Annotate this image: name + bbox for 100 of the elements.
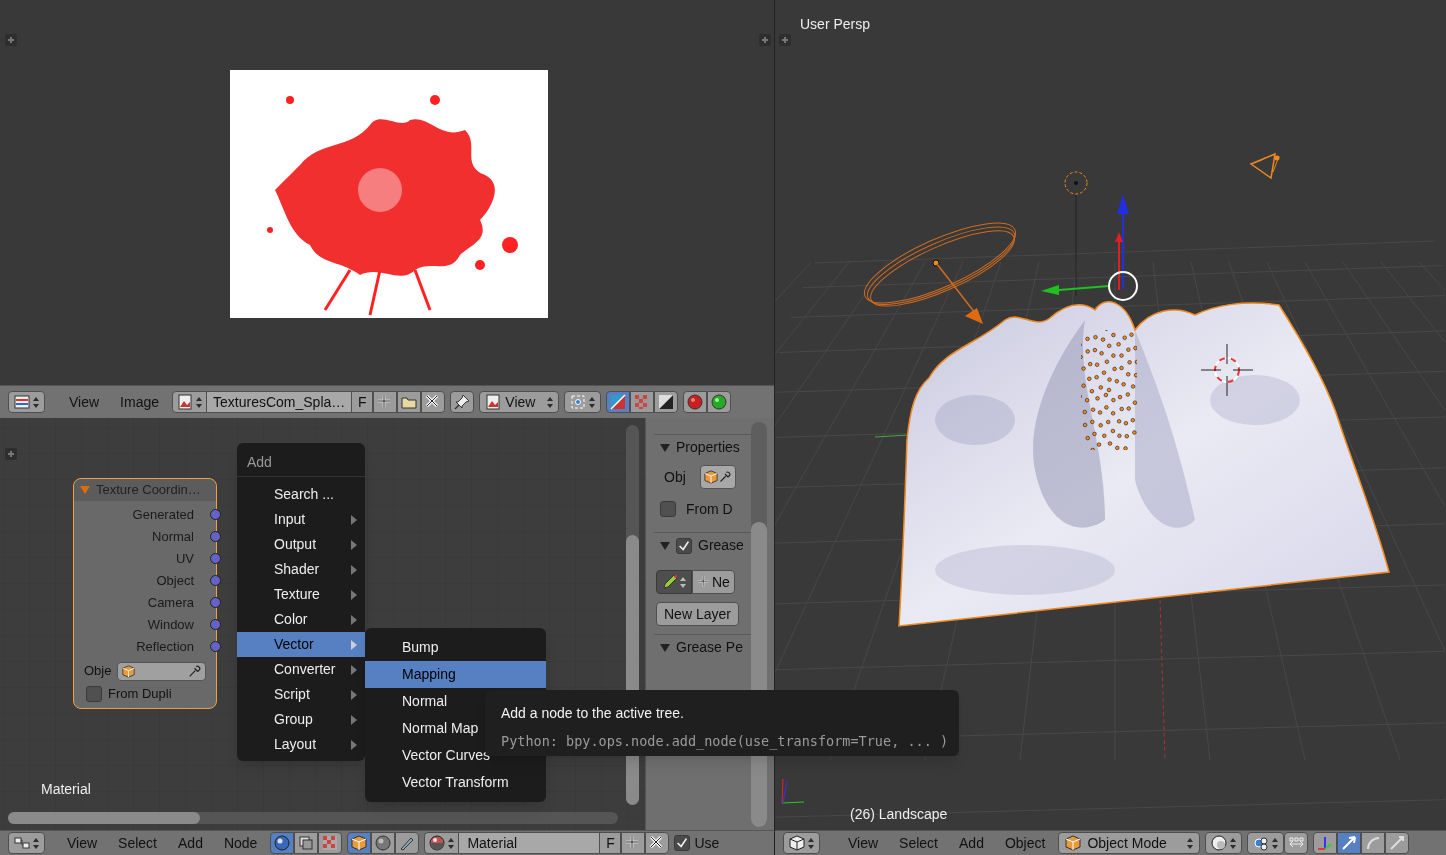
header-menu[interactable]: Select — [110, 832, 165, 854]
view-mode-dropdown[interactable]: View — [479, 391, 560, 413]
menu-item[interactable]: Group — [237, 707, 365, 732]
menu-item[interactable]: Search ... — [237, 482, 365, 507]
menu-item[interactable]: Output — [237, 532, 365, 557]
menu-item[interactable]: Color — [237, 607, 365, 632]
submenu-arrow-icon — [351, 739, 357, 750]
updown-arrows-icon — [448, 837, 455, 849]
region-toggle-icon[interactable] — [779, 34, 791, 46]
shader-toggle[interactable] — [270, 832, 295, 854]
rotate-toggle[interactable] — [1360, 832, 1385, 854]
material-name-field[interactable]: Material — [459, 832, 600, 854]
pivot-dropdown[interactable] — [1246, 832, 1284, 854]
fake-user-button[interactable]: F — [599, 832, 622, 854]
output-socket[interactable] — [210, 619, 221, 630]
header-menu[interactable]: Add — [951, 832, 992, 854]
grease-pencil-dropdown[interactable] — [656, 570, 692, 594]
line-style-toggle[interactable] — [395, 832, 420, 854]
output-socket[interactable] — [210, 641, 221, 652]
region-toggle-icon[interactable] — [759, 34, 771, 46]
checkbox[interactable] — [86, 686, 102, 702]
eyedropper-icon — [188, 664, 201, 678]
checkbox[interactable] — [676, 537, 692, 554]
z-buffer-toggle[interactable] — [654, 391, 679, 413]
image-name-field[interactable]: TexturesCom_Spla… — [207, 391, 352, 413]
panel-collapse-icon[interactable] — [660, 442, 670, 453]
checkbox[interactable] — [660, 501, 676, 517]
cube-icon — [1065, 835, 1082, 851]
menu-item[interactable]: Input — [237, 507, 365, 532]
unlink-material-button[interactable] — [645, 832, 670, 854]
checkbox-label: Use — [694, 833, 720, 853]
selected-vertices-drawing[interactable] — [1081, 330, 1137, 450]
checkbox[interactable] — [674, 835, 691, 851]
region-toggle-icon[interactable] — [5, 448, 17, 460]
rotate-icon — [1364, 835, 1381, 851]
panel-title[interactable]: Grease Pe — [676, 637, 743, 658]
panel-title[interactable]: Properties — [676, 437, 740, 458]
color-alpha-toggle[interactable] — [606, 391, 631, 413]
header-menu[interactable]: Add — [170, 832, 211, 854]
compositing-toggle[interactable] — [294, 832, 319, 854]
scale-toggle[interactable] — [1384, 832, 1409, 854]
output-socket[interactable] — [210, 597, 221, 608]
menu-item[interactable]: Bump — [365, 634, 546, 661]
align-button[interactable] — [1283, 832, 1308, 854]
menu-item[interactable]: Mapping — [365, 661, 546, 688]
region-toggle-icon[interactable] — [5, 34, 17, 46]
panel-title[interactable]: Grease — [698, 535, 744, 556]
header-menu[interactable]: View — [59, 832, 106, 854]
fake-user-button[interactable]: F — [351, 391, 374, 413]
header-menu[interactable]: View — [840, 832, 887, 854]
editor-type-button[interactable] — [783, 832, 820, 854]
material-browse-button[interactable] — [424, 832, 460, 854]
header-menu[interactable]: Node — [215, 832, 266, 854]
menu-item[interactable]: Layout — [237, 732, 365, 757]
translate-icon — [1340, 835, 1357, 851]
header-menu[interactable]: Image — [112, 391, 167, 413]
object-toggle[interactable] — [347, 832, 372, 854]
updown-arrows-icon — [808, 837, 814, 849]
output-socket[interactable] — [210, 509, 221, 520]
unlink-image-button[interactable] — [421, 391, 446, 413]
shading-dropdown[interactable] — [1204, 832, 1242, 854]
header-menu[interactable]: Select — [891, 832, 946, 854]
object-field[interactable] — [117, 661, 206, 681]
panel-collapse-icon[interactable] — [660, 642, 670, 653]
menu-item[interactable]: Vector Transform — [365, 769, 546, 796]
output-socket[interactable] — [210, 531, 221, 542]
new-button[interactable]: Ne — [692, 570, 735, 594]
image-browse-button[interactable] — [172, 391, 207, 413]
terrain-drawing[interactable] — [898, 301, 1390, 627]
node-title: Texture Coordin… — [96, 481, 201, 500]
pivot-dropdown[interactable] — [564, 391, 602, 413]
new-image-button[interactable] — [373, 391, 398, 413]
output-socket[interactable] — [210, 553, 221, 564]
editor-type-button[interactable] — [8, 832, 45, 854]
editor-type-button[interactable] — [8, 391, 45, 413]
3d-cursor-icon[interactable] — [1201, 344, 1253, 396]
texture-toggle[interactable] — [318, 832, 343, 854]
output-socket[interactable] — [210, 575, 221, 586]
horizontal-scrollbar[interactable] — [8, 812, 618, 824]
menu-item[interactable]: Vector — [237, 632, 365, 657]
open-image-button[interactable] — [397, 391, 422, 413]
header-menu[interactable]: Object — [996, 832, 1054, 854]
object-label: Obj — [664, 467, 686, 487]
menu-item[interactable]: Script — [237, 682, 365, 707]
object-picker-button[interactable] — [699, 465, 736, 489]
translate-toggle[interactable] — [1336, 832, 1361, 854]
menu-item[interactable]: Converter — [237, 657, 365, 682]
pin-button[interactable] — [450, 391, 475, 413]
new-material-button[interactable] — [621, 832, 646, 854]
new-layer-button[interactable]: New Layer — [656, 602, 739, 626]
header-menu[interactable]: View — [61, 391, 108, 413]
tooltip-description: Add a node to the active tree. — [501, 704, 685, 723]
alpha-toggle[interactable] — [630, 391, 655, 413]
mode-dropdown[interactable]: Object Mode — [1058, 832, 1200, 854]
menu-item[interactable]: Texture — [237, 582, 365, 607]
manipulator-toggle[interactable] — [1312, 832, 1337, 854]
menu-item[interactable]: Shader — [237, 557, 365, 582]
lamp-drawing[interactable] — [1061, 168, 1091, 298]
world-toggle[interactable] — [371, 832, 396, 854]
panel-collapse-icon[interactable] — [660, 540, 670, 551]
